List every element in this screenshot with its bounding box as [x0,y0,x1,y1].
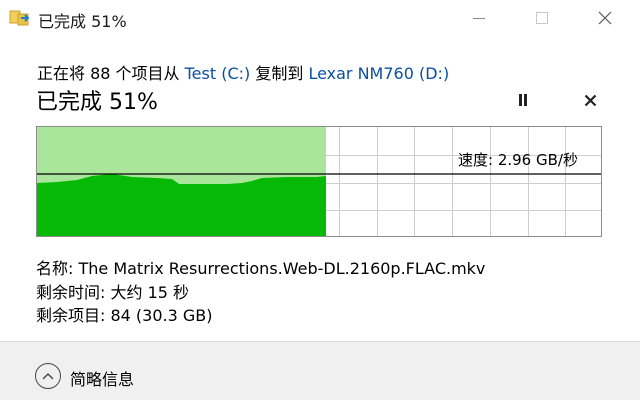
copy-description: 正在将 88 个项目从 Test (C:) 复制到 Lexar NM760 (D… [37,60,449,84]
file-name: 名称: The Matrix Resurrections.Web-DL.2160… [36,259,486,278]
items-remaining: 剩余项目: 84 (30.3 GB) [36,306,213,325]
close-button[interactable] [582,0,628,36]
progress-status: 已完成 51% [36,90,158,115]
fewer-details-label[interactable]: 简略信息 [70,366,134,390]
minimize-button[interactable] [456,0,502,36]
copy-transfer-icon [9,9,31,27]
maximize-button[interactable] [519,0,565,36]
transfer-speed-graph [36,126,602,237]
pause-button[interactable] [511,88,535,112]
copy-middle: 复制到 [250,64,309,83]
close-icon [598,11,612,25]
close-icon [584,94,596,106]
copy-prefix: 正在将 88 个项目从 [37,64,185,83]
minimize-icon [473,18,485,19]
source-drive-link[interactable]: Test (C:) [185,64,251,83]
cancel-button[interactable] [578,88,602,112]
chevron-up-icon [42,373,54,380]
speed-label: 速度: 2.96 GB/秒 [458,151,578,169]
window-title: 已完成 51% [38,12,127,31]
time-remaining: 剩余时间: 大约 15 秒 [36,283,190,302]
destination-drive-link[interactable]: Lexar NM760 (D:) [308,64,449,83]
title-bar: 已完成 51% [0,0,640,36]
maximize-icon [536,12,548,24]
pause-icon [519,94,527,106]
fewer-details-button[interactable] [35,363,61,389]
